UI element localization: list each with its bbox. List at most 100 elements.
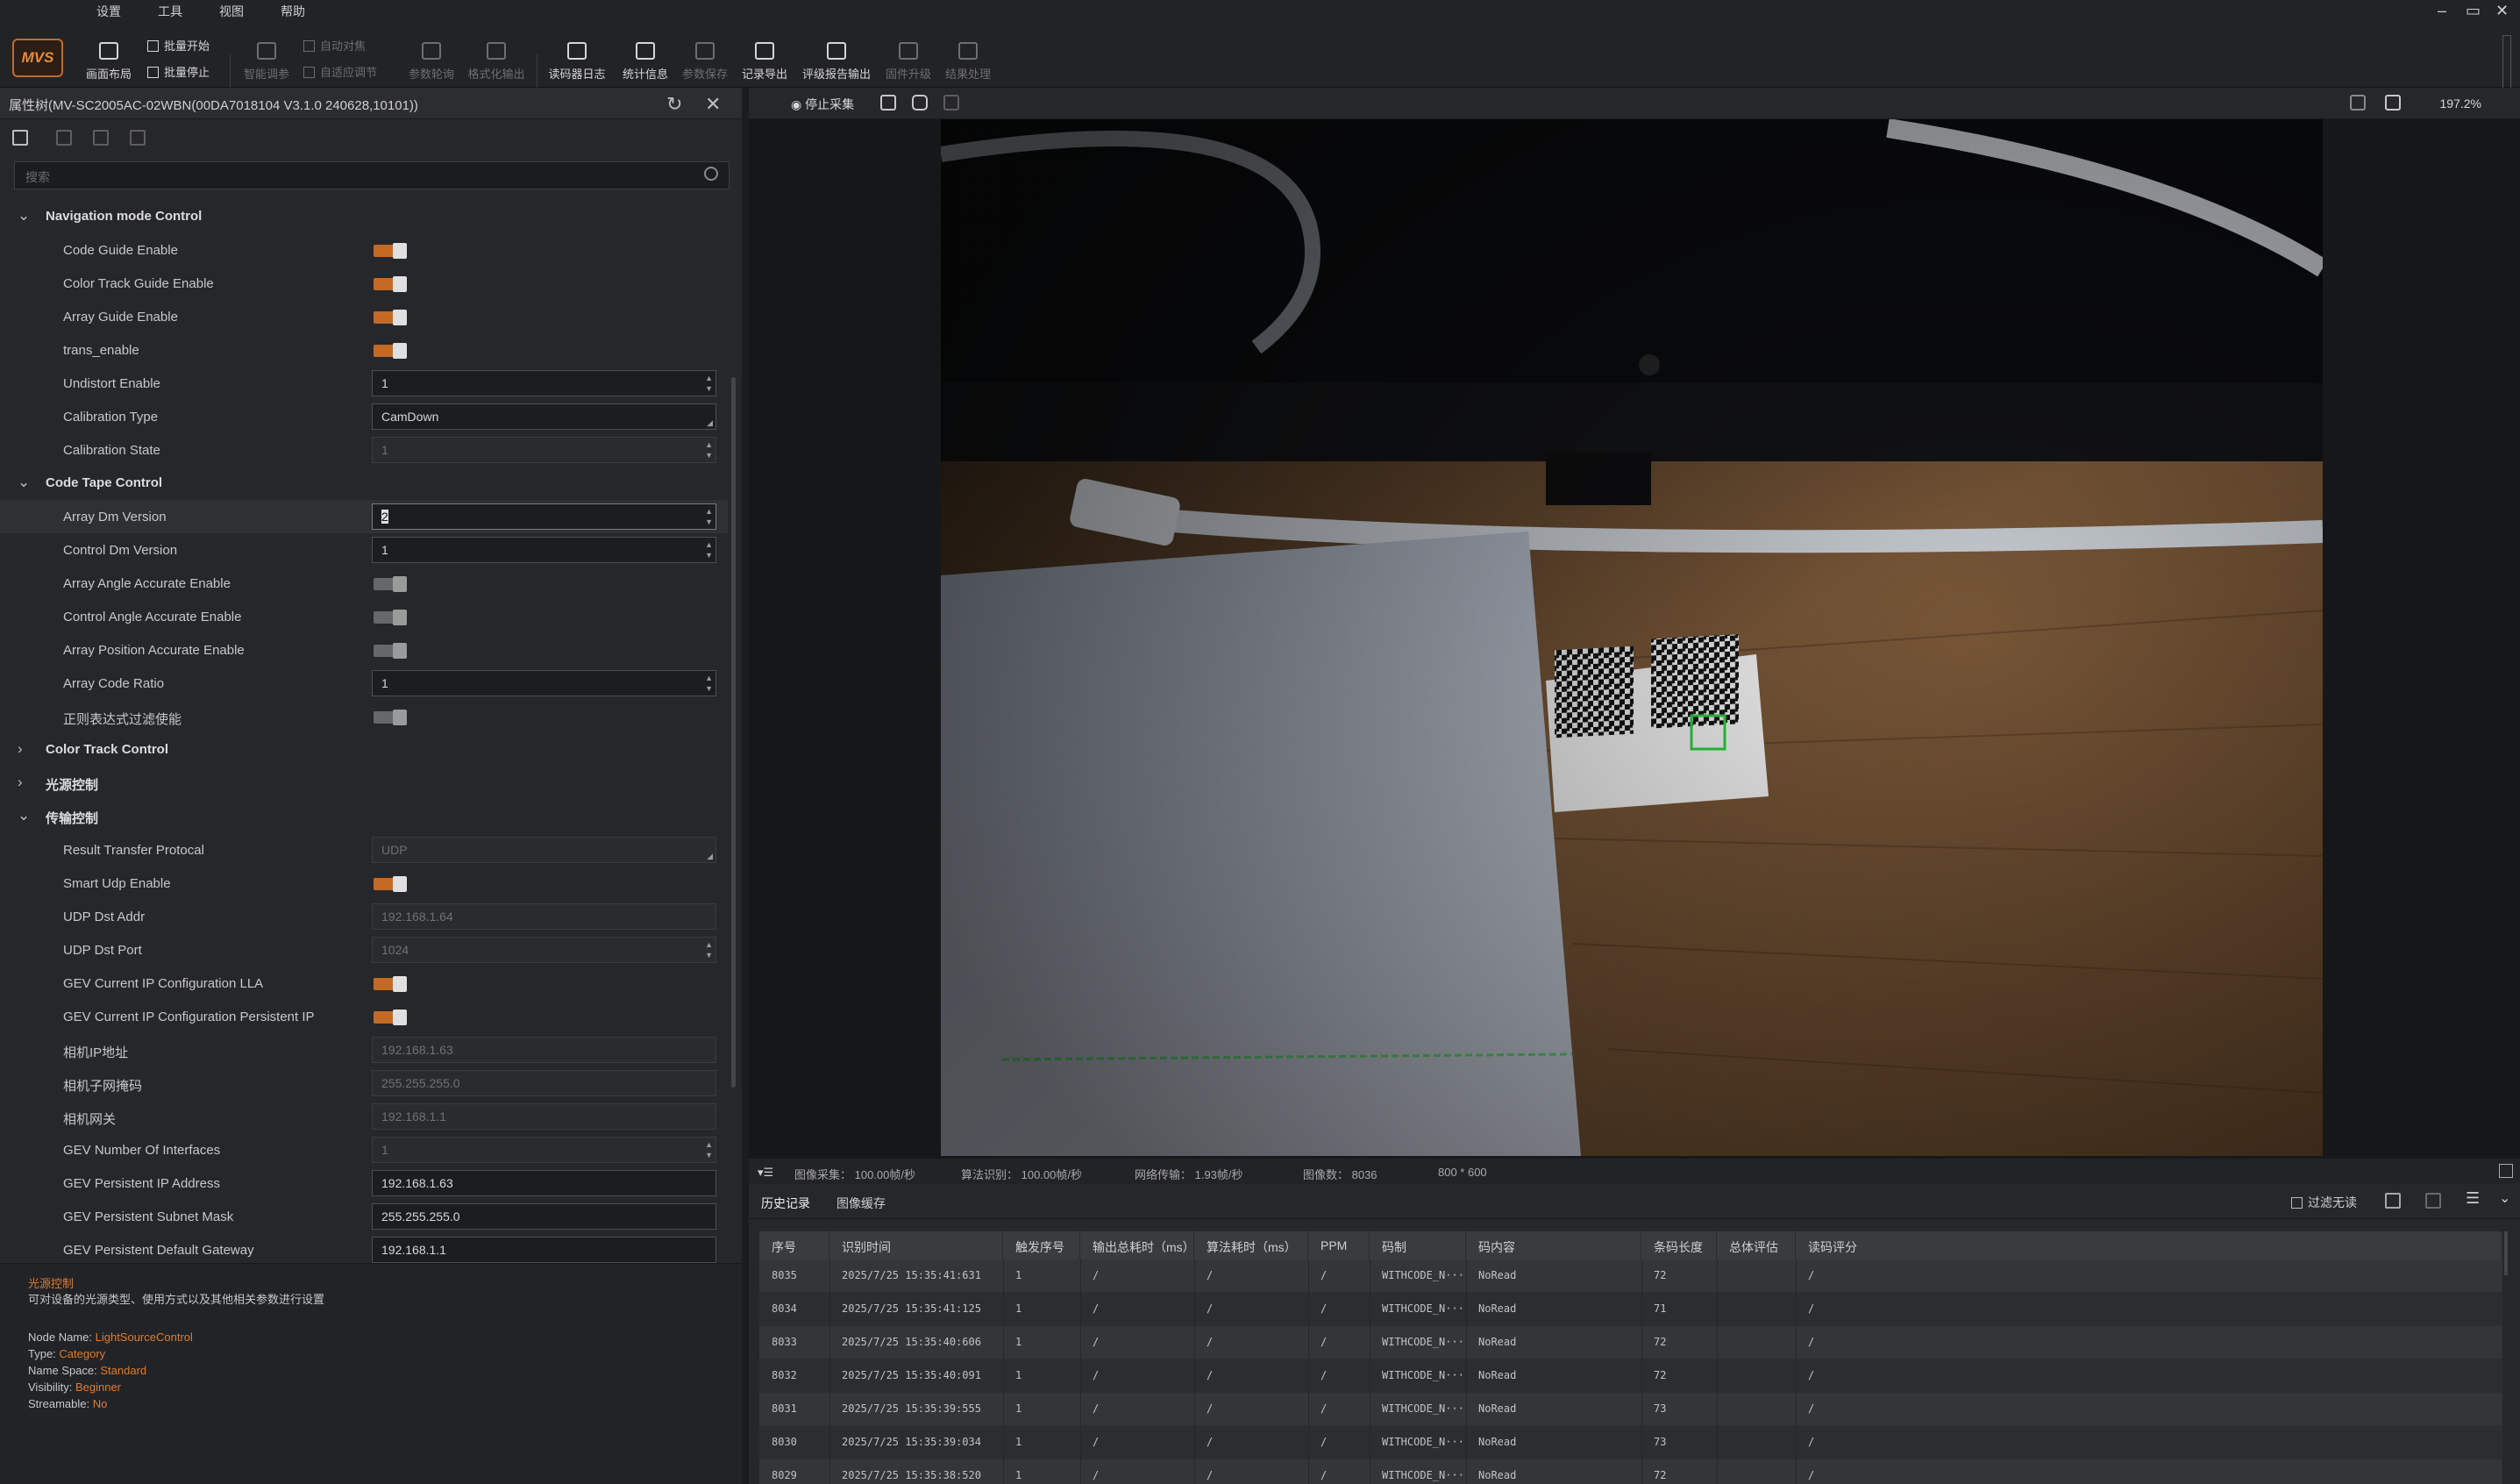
chevron-down-icon[interactable]: ⌄ (18, 474, 30, 491)
toggle-switch[interactable] (374, 310, 409, 325)
column-header[interactable]: 码制 (1370, 1231, 1466, 1259)
toggle-switch[interactable] (374, 710, 409, 725)
table-row[interactable]: 8034 2025/7/25 15:35:41:125 1 / / / WITHCODE_N… (759, 1293, 2502, 1326)
column-header[interactable]: 识别时间 (829, 1231, 1003, 1259)
camera-icon[interactable] (912, 95, 928, 111)
expand-icon[interactable] (2499, 1164, 2513, 1178)
prop-row-row-27[interactable]: 相机网关 192.168.1.1 (0, 1100, 728, 1133)
search-icon[interactable] (704, 167, 718, 181)
toggle-switch[interactable] (374, 976, 409, 992)
spin-arrows-icon[interactable]: ▲ ▼ (705, 673, 713, 694)
combo-field[interactable]: CamDown ◢ (372, 403, 716, 430)
format-output-button[interactable]: 格式化输出 (466, 35, 526, 86)
minimize-button[interactable]: – (2438, 2, 2446, 20)
table-row[interactable]: 8029 2025/7/25 15:35:38:520 1 / / / WITHCODE_N… (759, 1459, 2502, 1484)
prop-row-code-guide-enable[interactable]: Code Guide Enable (0, 233, 728, 267)
prop-row-calibration-state[interactable]: Calibration State 1 ▲ ▼ (0, 433, 728, 467)
record-export-button[interactable]: 记录导出 (735, 35, 794, 86)
prop-row-gev-number-of-interfaces[interactable]: GEV Number Of Interfaces 1 ▲ ▼ (0, 1133, 728, 1167)
spin-arrows-icon[interactable]: ▲ ▼ (705, 506, 713, 527)
menu-icon[interactable]: ☰ (2466, 1189, 2481, 1207)
spin-field[interactable]: 1 ▲ ▼ (372, 370, 716, 396)
close-window-button[interactable]: ✕ (2495, 2, 2509, 20)
prop-row-gev-current-ip-configuration-lla[interactable]: GEV Current IP Configuration LLA (0, 967, 728, 1000)
chevron-right-icon[interactable]: › (18, 740, 23, 758)
prop-row-array-code-ratio[interactable]: Array Code Ratio 1 ▲ ▼ (0, 667, 728, 700)
prop-row-control-angle-accurate-enable[interactable]: Control Angle Accurate Enable (0, 600, 728, 633)
stats-button[interactable]: 统计信息 (616, 35, 675, 86)
prop-row-udp-dst-addr[interactable]: UDP Dst Addr 192.168.1.64 (0, 900, 728, 933)
chevron-right-icon[interactable]: › (18, 774, 23, 791)
export-icon[interactable] (93, 130, 109, 146)
category-code-tape-control[interactable]: ⌄ Code Tape Control (0, 467, 728, 500)
result-processing-button[interactable]: 结果处理 (938, 35, 998, 86)
reader-log-button[interactable]: 读码器日志 (547, 35, 607, 86)
prop-row-undistort-enable[interactable]: Undistort Enable 1 ▲ ▼ (0, 367, 728, 400)
category-color-track-control[interactable]: › Color Track Control (0, 733, 728, 767)
grade-report-button[interactable]: 评级报告输出 (796, 35, 877, 86)
spin-arrows-icon[interactable]: ▲ ▼ (705, 373, 713, 394)
tab-history[interactable]: 历史记录 (761, 1195, 810, 1212)
prop-row-array-dm-version[interactable]: Array Dm Version 2 ▲ ▼ (0, 500, 728, 533)
prop-row-result-transfer-protocal[interactable]: Result Transfer Protocal UDP ◢ (0, 833, 728, 867)
toggle-switch[interactable] (374, 610, 409, 625)
text-field[interactable]: 192.168.1.1 (372, 1237, 716, 1263)
chevron-down-icon[interactable]: ⌄ (18, 207, 30, 225)
prop-row-row-26[interactable]: 相机子网掩码 255.255.255.0 (0, 1067, 728, 1100)
prop-row-array-position-accurate-enable[interactable]: Array Position Accurate Enable (0, 633, 728, 667)
category-navigation-mode-control[interactable]: ⌄ Navigation mode Control (0, 200, 728, 233)
param-save-button[interactable]: 参数保存 (675, 35, 735, 86)
table-row[interactable]: 8033 2025/7/25 15:35:40:606 1 / / / WITHCODE_N… (759, 1326, 2502, 1359)
zoom-level[interactable]: 197.2% (2440, 96, 2481, 111)
table-row[interactable]: 8031 2025/7/25 15:35:39:555 1 / / / WITHCODE_N… (759, 1393, 2502, 1426)
prop-row-gev-persistent-default-gateway[interactable]: GEV Persistent Default Gateway 192.168.1.… (0, 1233, 728, 1266)
table-row[interactable]: 8032 2025/7/25 15:35:40:091 1 / / / WITHCODE_N… (759, 1359, 2502, 1393)
property-scrollbar[interactable] (731, 377, 736, 1088)
table-row[interactable]: 8035 2025/7/25 15:35:41:631 1 / / / WITHCODE_N… (759, 1259, 2502, 1293)
export-icon[interactable] (2385, 1193, 2401, 1209)
panel-splitter[interactable] (742, 88, 749, 1484)
import-icon[interactable] (56, 130, 72, 146)
spin-field[interactable]: 1 ▲ ▼ (372, 670, 716, 696)
close-icon[interactable]: ✕ (705, 93, 721, 116)
batch-stop-button[interactable]: 批量停止 (147, 63, 210, 82)
prop-row-trans-enable[interactable]: trans_enable (0, 333, 728, 367)
prop-row-color-track-guide-enable[interactable]: Color Track Guide Enable (0, 267, 728, 300)
batch-start-button[interactable]: 批量开始 (147, 37, 210, 56)
column-header[interactable]: PPM (1308, 1231, 1370, 1259)
column-header[interactable]: 条码长度 (1641, 1231, 1717, 1259)
menu-tools[interactable]: 工具 (158, 3, 182, 20)
column-header[interactable]: 总体评估 (1717, 1231, 1796, 1259)
prop-row-udp-dst-port[interactable]: UDP Dst Port 1024 ▲ ▼ (0, 933, 728, 967)
delete-icon[interactable] (2425, 1193, 2441, 1209)
prop-row-gev-persistent-ip-address[interactable]: GEV Persistent IP Address 192.168.1.63 (0, 1167, 728, 1200)
search-input[interactable]: 搜索 (14, 161, 730, 189)
prop-row-gev-persistent-subnet-mask[interactable]: GEV Persistent Subnet Mask 255.255.255.0 (0, 1200, 728, 1233)
toggle-switch[interactable] (374, 876, 409, 892)
spin-arrows-icon[interactable]: ▲ ▼ (705, 539, 713, 560)
table-row[interactable]: 8030 2025/7/25 15:35:39:034 1 / / / WITHCODE_N… (759, 1426, 2502, 1459)
firmware-upgrade-button[interactable]: 固件升级 (879, 35, 938, 86)
save-icon[interactable] (130, 130, 146, 146)
prop-row-row-15[interactable]: 正则表达式过滤使能 (0, 700, 728, 733)
spin-field[interactable]: 1 ▲ ▼ (372, 537, 716, 563)
split-view-icon[interactable] (2350, 95, 2366, 111)
grid-layout-icon[interactable] (2385, 95, 2401, 111)
prop-row-smart-udp-enable[interactable]: Smart Udp Enable (0, 867, 728, 900)
column-header[interactable]: 算法耗时（ms） (1194, 1231, 1308, 1259)
auto-adjust-checkbox[interactable]: 自适应调节 (303, 63, 377, 82)
fit-screen-icon[interactable] (880, 95, 896, 111)
column-header[interactable]: 码内容 (1466, 1231, 1641, 1259)
chevron-down-icon[interactable]: ⌄ (2499, 1189, 2515, 1206)
stop-capture-button[interactable]: ◉ 停止采集 (791, 96, 854, 113)
text-field[interactable]: 255.255.255.0 (372, 1203, 716, 1230)
toggle-switch[interactable] (374, 276, 409, 292)
list-icon[interactable] (12, 130, 28, 146)
param-poll-button[interactable]: 参数轮询 (402, 35, 461, 86)
toggle-switch[interactable] (374, 243, 409, 259)
auto-focus-button[interactable]: 自动对焦 (303, 37, 366, 56)
prop-row-gev-current-ip-configuration-persistent-ip[interactable]: GEV Current IP Configuration Persistent … (0, 1000, 728, 1033)
column-header[interactable]: 读码评分 (1796, 1231, 2502, 1259)
category-row-17[interactable]: › 光源控制 (0, 767, 728, 800)
spin-field[interactable]: 2 ▲ ▼ (372, 503, 716, 530)
